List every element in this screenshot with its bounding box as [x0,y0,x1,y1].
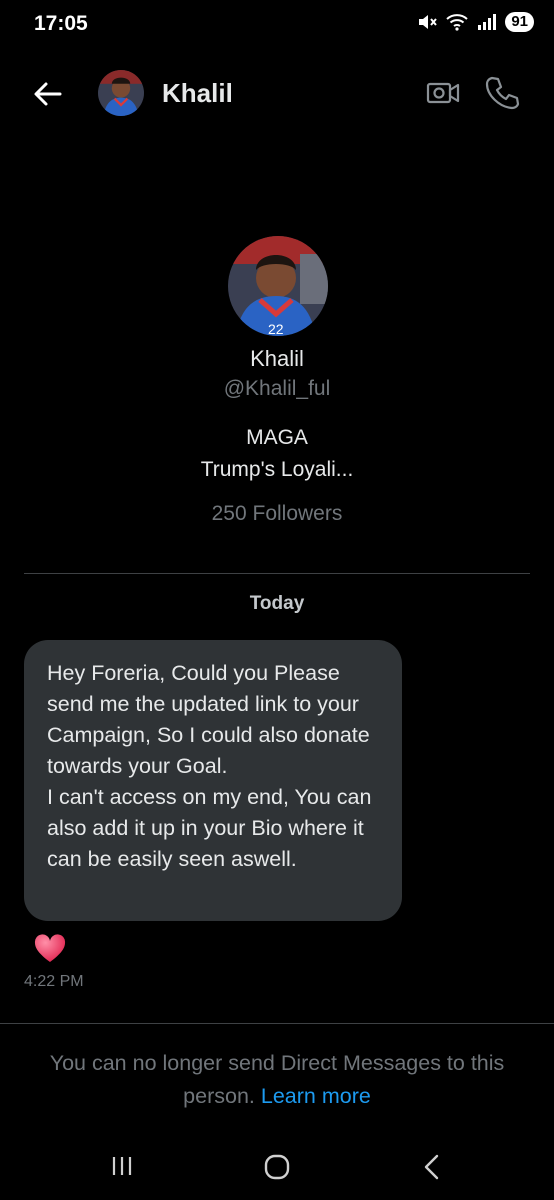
learn-more-link[interactable]: Learn more [261,1084,371,1108]
nav-back-icon[interactable] [422,1154,442,1180]
divider [24,573,530,574]
battery-level: 91 [505,12,534,32]
wifi-icon [446,14,468,31]
profile-followers[interactable]: 250 Followers [0,502,554,526]
profile-bio-line-1: MAGA [246,426,308,449]
footer-divider [0,1023,554,1024]
status-icons: 91 [417,12,534,32]
signal-icon [478,14,497,30]
mute-icon [419,15,438,29]
profile-bio-line-2: Trump's Loyali... [200,458,354,481]
profile-name: Khalil [250,346,304,371]
header-avatar[interactable] [98,70,144,116]
status-time: 17:05 [34,12,88,35]
profile-handle: @Khalil_ful [223,377,331,400]
message-bubble[interactable]: Hey Foreria, Could you Please send me th… [24,640,402,921]
day-label: Today [249,593,305,614]
dm-disabled-notice: You can no longer send Direct Messages t… [0,1047,554,1113]
profile-avatar[interactable]: 22 [228,236,328,336]
video-camera-icon[interactable] [424,76,462,110]
arrow-left-icon[interactable] [30,76,66,112]
phone-icon[interactable] [484,74,520,110]
home-icon[interactable] [264,1154,290,1180]
conversation-title: Khalil [162,78,233,108]
recents-icon[interactable] [110,1154,134,1178]
message-time: 4:22 PM [24,973,84,990]
svg-text:22: 22 [268,321,284,336]
heart-emoji[interactable] [34,934,66,964]
